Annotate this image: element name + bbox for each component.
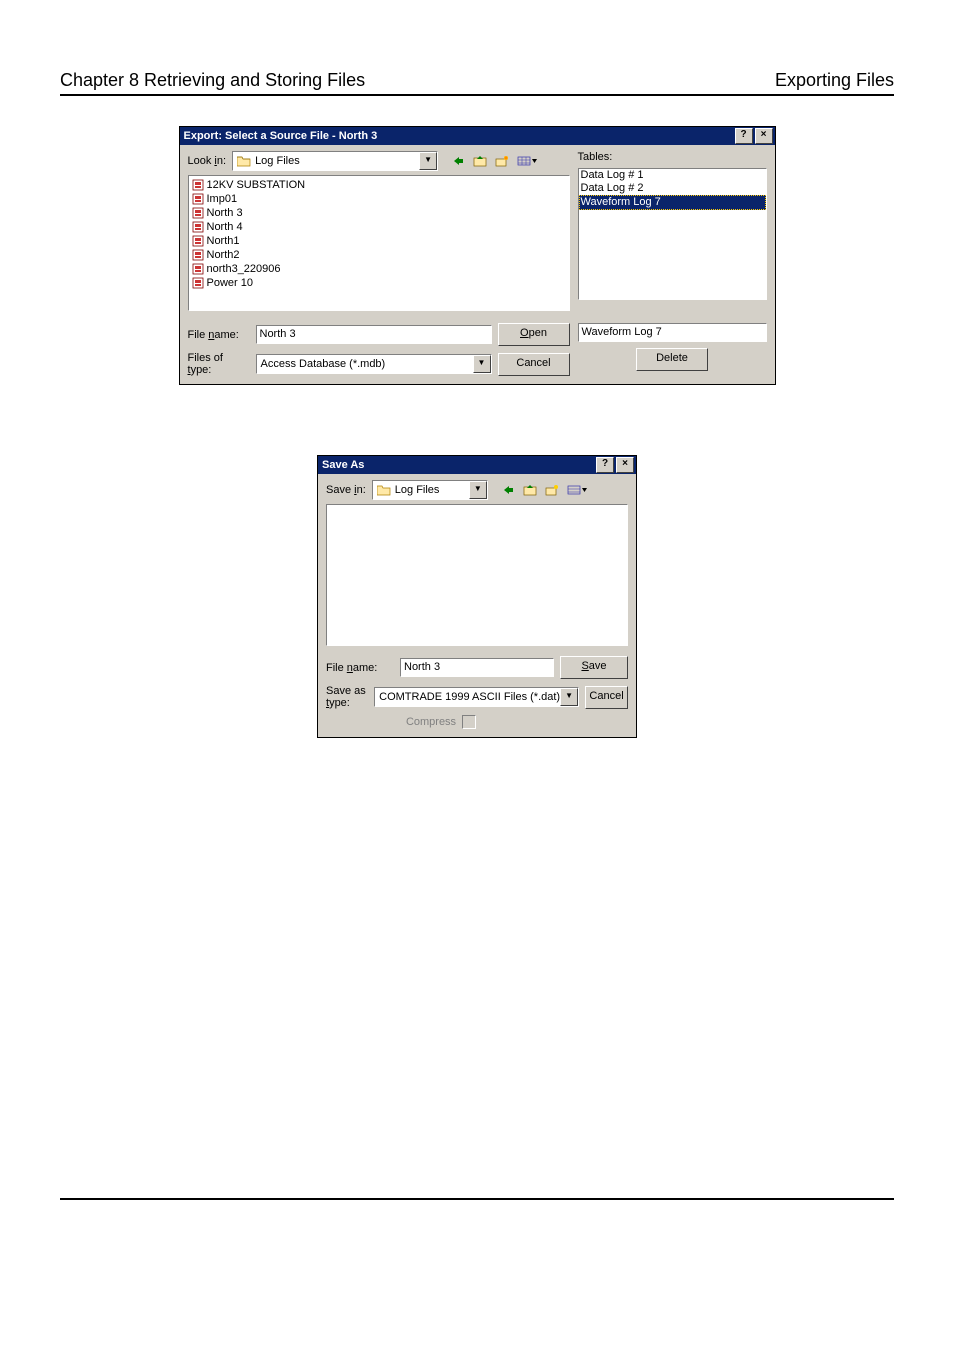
filetype-label: Files of type: [188,352,250,376]
filename-label: File name: [188,329,250,341]
table-item[interactable]: Data Log # 2 [579,182,766,195]
up-folder-icon[interactable] [520,481,540,499]
mdb-file-icon [191,276,205,290]
page-header: Chapter 8 Retrieving and Storing Files E… [60,70,894,96]
close-button[interactable]: × [755,128,773,144]
up-folder-icon[interactable] [470,152,490,170]
file-area[interactable] [326,504,628,646]
compress-row: Compress [326,715,628,729]
back-arrow-icon[interactable] [498,481,518,499]
save-as-title: Save As [322,459,594,471]
filename-input[interactable]: North 3 [400,658,554,677]
export-dialog-titlebar: Export: Select a Source File - North 3 ?… [180,127,775,145]
close-button[interactable]: × [616,457,634,473]
help-button[interactable]: ? [596,457,614,473]
file-item[interactable]: north3_220906 [191,262,567,276]
filename-label: File name: [326,662,394,674]
export-dialog-title: Export: Select a Source File - North 3 [184,130,733,142]
file-nav-toolbar [498,481,590,499]
mdb-file-icon [191,248,205,262]
footer-rule [60,1198,894,1200]
mdb-file-icon [191,262,205,276]
cancel-button[interactable]: Cancel [498,353,570,376]
file-item[interactable]: 12KV SUBSTATION [191,178,567,192]
folder-icon [237,155,251,167]
dropdown-button[interactable]: ▼ [469,481,487,499]
save-button[interactable]: Save [560,656,628,679]
dropdown-button[interactable]: ▼ [419,152,437,170]
saveastype-value: COMTRADE 1999 ASCII Files (*.dat) [379,691,560,703]
mdb-file-icon [191,192,205,206]
new-folder-icon[interactable] [542,481,562,499]
open-button[interactable]: Open [498,323,570,346]
selected-table-display: Waveform Log 7 [578,323,767,342]
back-arrow-icon[interactable] [448,152,468,170]
save-as-titlebar: Save As ? × [318,456,636,474]
dropdown-button[interactable]: ▼ [473,355,491,373]
filename-input[interactable]: North 3 [256,325,492,344]
list-view-icon[interactable] [564,481,590,499]
table-item[interactable]: Data Log # 1 [579,169,766,182]
file-item[interactable]: North 4 [191,220,567,234]
savein-label: Save in: [326,484,366,496]
saveastype-label: Save as type: [326,685,368,709]
lookin-label: Look in: [188,155,227,167]
new-folder-icon[interactable] [492,152,512,170]
file-item[interactable]: Power 10 [191,276,567,290]
mdb-file-icon [191,234,205,248]
file-item[interactable]: North2 [191,248,567,262]
mdb-file-icon [191,206,205,220]
compress-checkbox[interactable] [462,715,476,729]
file-list[interactable]: 12KV SUBSTATION Imp01 North 3 North [188,175,570,311]
filetype-value: Access Database (*.mdb) [261,358,386,370]
help-button[interactable]: ? [735,128,753,144]
header-right: Exporting Files [775,70,894,91]
compress-label: Compress [406,716,456,728]
tables-label: Tables: [578,151,767,163]
dropdown-button[interactable]: ▼ [560,688,578,706]
saveastype-combo[interactable]: COMTRADE 1999 ASCII Files (*.dat) ▼ [374,687,579,707]
mdb-file-icon [191,178,205,192]
savein-value: Log Files [395,484,440,496]
filetype-combo[interactable]: Access Database (*.mdb) ▼ [256,354,492,374]
header-left: Chapter 8 Retrieving and Storing Files [60,70,365,91]
folder-icon [377,484,391,496]
file-nav-toolbar [448,152,540,170]
cancel-button[interactable]: Cancel [585,686,628,709]
tables-list[interactable]: Data Log # 1 Data Log # 2 Waveform Log 7 [578,168,767,300]
lookin-combo[interactable]: Log Files ▼ [232,151,438,171]
table-item-selected[interactable]: Waveform Log 7 [579,195,766,210]
file-item[interactable]: North1 [191,234,567,248]
export-dialog: Export: Select a Source File - North 3 ?… [179,126,776,385]
lookin-value: Log Files [255,155,300,167]
save-as-dialog: Save As ? × Save in: Log Files ▼ [317,455,637,738]
file-item[interactable]: Imp01 [191,192,567,206]
delete-button[interactable]: Delete [636,348,708,371]
list-view-icon[interactable] [514,152,540,170]
savein-combo[interactable]: Log Files ▼ [372,480,488,500]
mdb-file-icon [191,220,205,234]
file-item[interactable]: North 3 [191,206,567,220]
